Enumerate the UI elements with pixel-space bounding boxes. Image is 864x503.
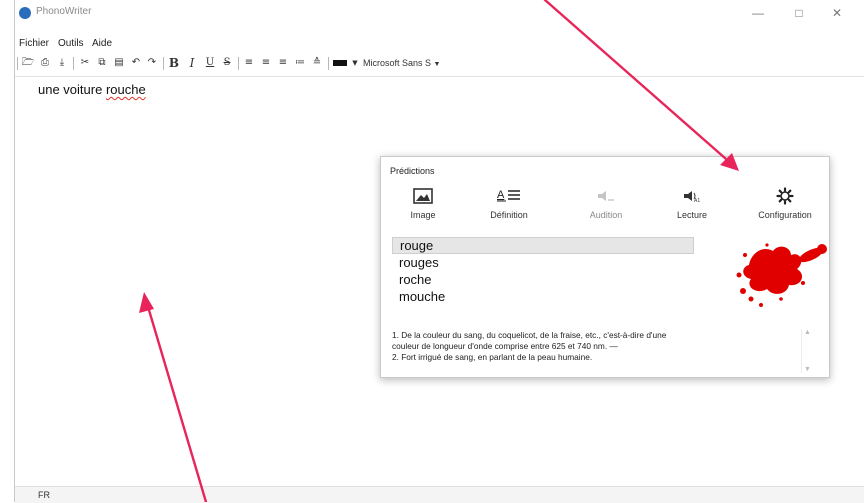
definition-button-label: Définition — [490, 210, 528, 220]
lecture-button[interactable]: A1 Lecture — [657, 185, 727, 225]
app-logo-icon — [19, 7, 31, 19]
close-icon[interactable]: ✕ — [821, 3, 853, 23]
strikethrough-icon[interactable]: S — [220, 55, 234, 71]
definition-line: 2. Fort irrigué de sang, en parlant de l… — [392, 352, 593, 362]
toolbar-divider — [73, 57, 74, 70]
bullet-list-icon[interactable]: ≔ — [293, 55, 307, 71]
document-text[interactable]: une voiture rouche — [38, 82, 146, 97]
lecture-icon: A1 — [657, 185, 727, 207]
menu-fichier[interactable]: Fichier — [19, 38, 49, 49]
bold-icon[interactable]: B — [167, 55, 181, 71]
audition-icon — [571, 185, 641, 207]
definition-line: 1. De la couleur du sang, du coquelicot,… — [392, 330, 667, 340]
configuration-button-label: Configuration — [758, 210, 812, 220]
copy-icon[interactable]: ⧉ — [95, 55, 109, 71]
toolbar-grip — [17, 57, 18, 70]
gear-icon — [745, 185, 825, 207]
misspelled-word[interactable]: rouche — [106, 82, 146, 97]
font-color-swatch[interactable] — [333, 60, 347, 66]
menu-outils[interactable]: Outils — [58, 38, 84, 49]
definition-icon: A — [474, 185, 544, 207]
scroll-down-icon[interactable]: ▼ — [804, 366, 811, 373]
definition-line: couleur de longueur d'onde comprise entr… — [392, 341, 618, 351]
red-splat-image — [721, 235, 831, 315]
chevron-down-icon: ▼ — [433, 61, 441, 68]
suggestion-item[interactable]: rouge — [392, 237, 694, 254]
underline-icon[interactable]: U — [203, 55, 217, 71]
definition-button[interactable]: A Définition — [474, 185, 544, 225]
audition-button-label: Audition — [589, 210, 623, 220]
formatting-toolbar: 🗁 ⎙ ⤓ ✂ ⧉ ▤ ↶ ↷ B I U S ≡ ≡ ≡ ≔ ≙ ▼ Micr… — [15, 54, 635, 72]
predictions-title: Prédictions — [390, 166, 435, 176]
suggestion-item[interactable]: roche — [392, 271, 694, 288]
image-icon — [388, 185, 458, 207]
align-left-icon[interactable]: ≡ — [242, 55, 256, 71]
italic-icon[interactable]: I — [185, 55, 199, 71]
align-center-icon[interactable]: ≡ — [259, 55, 273, 71]
font-family-select[interactable]: Microsoft Sans S ▼ — [363, 55, 440, 73]
configuration-button[interactable]: Configuration — [745, 185, 825, 225]
predictions-panel: Prédictions Image A Définition Audition … — [380, 156, 830, 378]
document-text-before: une voiture — [38, 82, 106, 97]
chevron-down-icon[interactable]: ▼ — [348, 55, 362, 71]
status-bar: FR — [15, 486, 864, 503]
title-bar: PhonoWriter — □ ✕ — [15, 0, 864, 26]
export-icon[interactable]: ⤓ — [55, 55, 69, 71]
toolbar-divider — [163, 57, 164, 70]
redo-icon[interactable]: ↷ — [145, 55, 159, 71]
font-family-value: Microsoft Sans S — [363, 58, 432, 68]
undo-icon[interactable]: ↶ — [129, 55, 143, 71]
open-folder-icon[interactable]: 🗁 — [21, 55, 35, 71]
toolbar-divider — [328, 57, 329, 70]
align-right-icon[interactable]: ≡ — [276, 55, 290, 71]
svg-text:A1: A1 — [694, 198, 700, 203]
maximize-icon[interactable]: □ — [783, 3, 815, 23]
numbered-list-icon[interactable]: ≙ — [310, 55, 324, 71]
definition-text: 1. De la couleur du sang, du coquelicot,… — [392, 330, 796, 372]
window-title: PhonoWriter — [36, 6, 92, 17]
cut-icon[interactable]: ✂ — [78, 55, 92, 71]
definition-scrollbar[interactable]: ▲ ▼ — [801, 329, 814, 373]
audition-button[interactable]: Audition — [571, 185, 641, 225]
suggestion-item[interactable]: rouges — [392, 254, 694, 271]
menu-aide[interactable]: Aide — [92, 38, 112, 49]
scroll-up-icon[interactable]: ▲ — [804, 329, 811, 336]
paste-icon[interactable]: ▤ — [112, 55, 126, 71]
print-icon[interactable]: ⎙ — [38, 55, 52, 71]
suggestion-item[interactable]: mouche — [392, 288, 694, 305]
minimize-icon[interactable]: — — [742, 3, 774, 23]
image-button-label: Image — [410, 210, 436, 220]
lecture-button-label: Lecture — [676, 210, 708, 220]
svg-text:A: A — [497, 189, 505, 201]
language-indicator: FR — [38, 490, 50, 500]
toolbar-divider — [238, 57, 239, 70]
image-button[interactable]: Image — [388, 185, 458, 225]
suggestion-list[interactable]: rouge rouges roche mouche — [392, 237, 694, 305]
